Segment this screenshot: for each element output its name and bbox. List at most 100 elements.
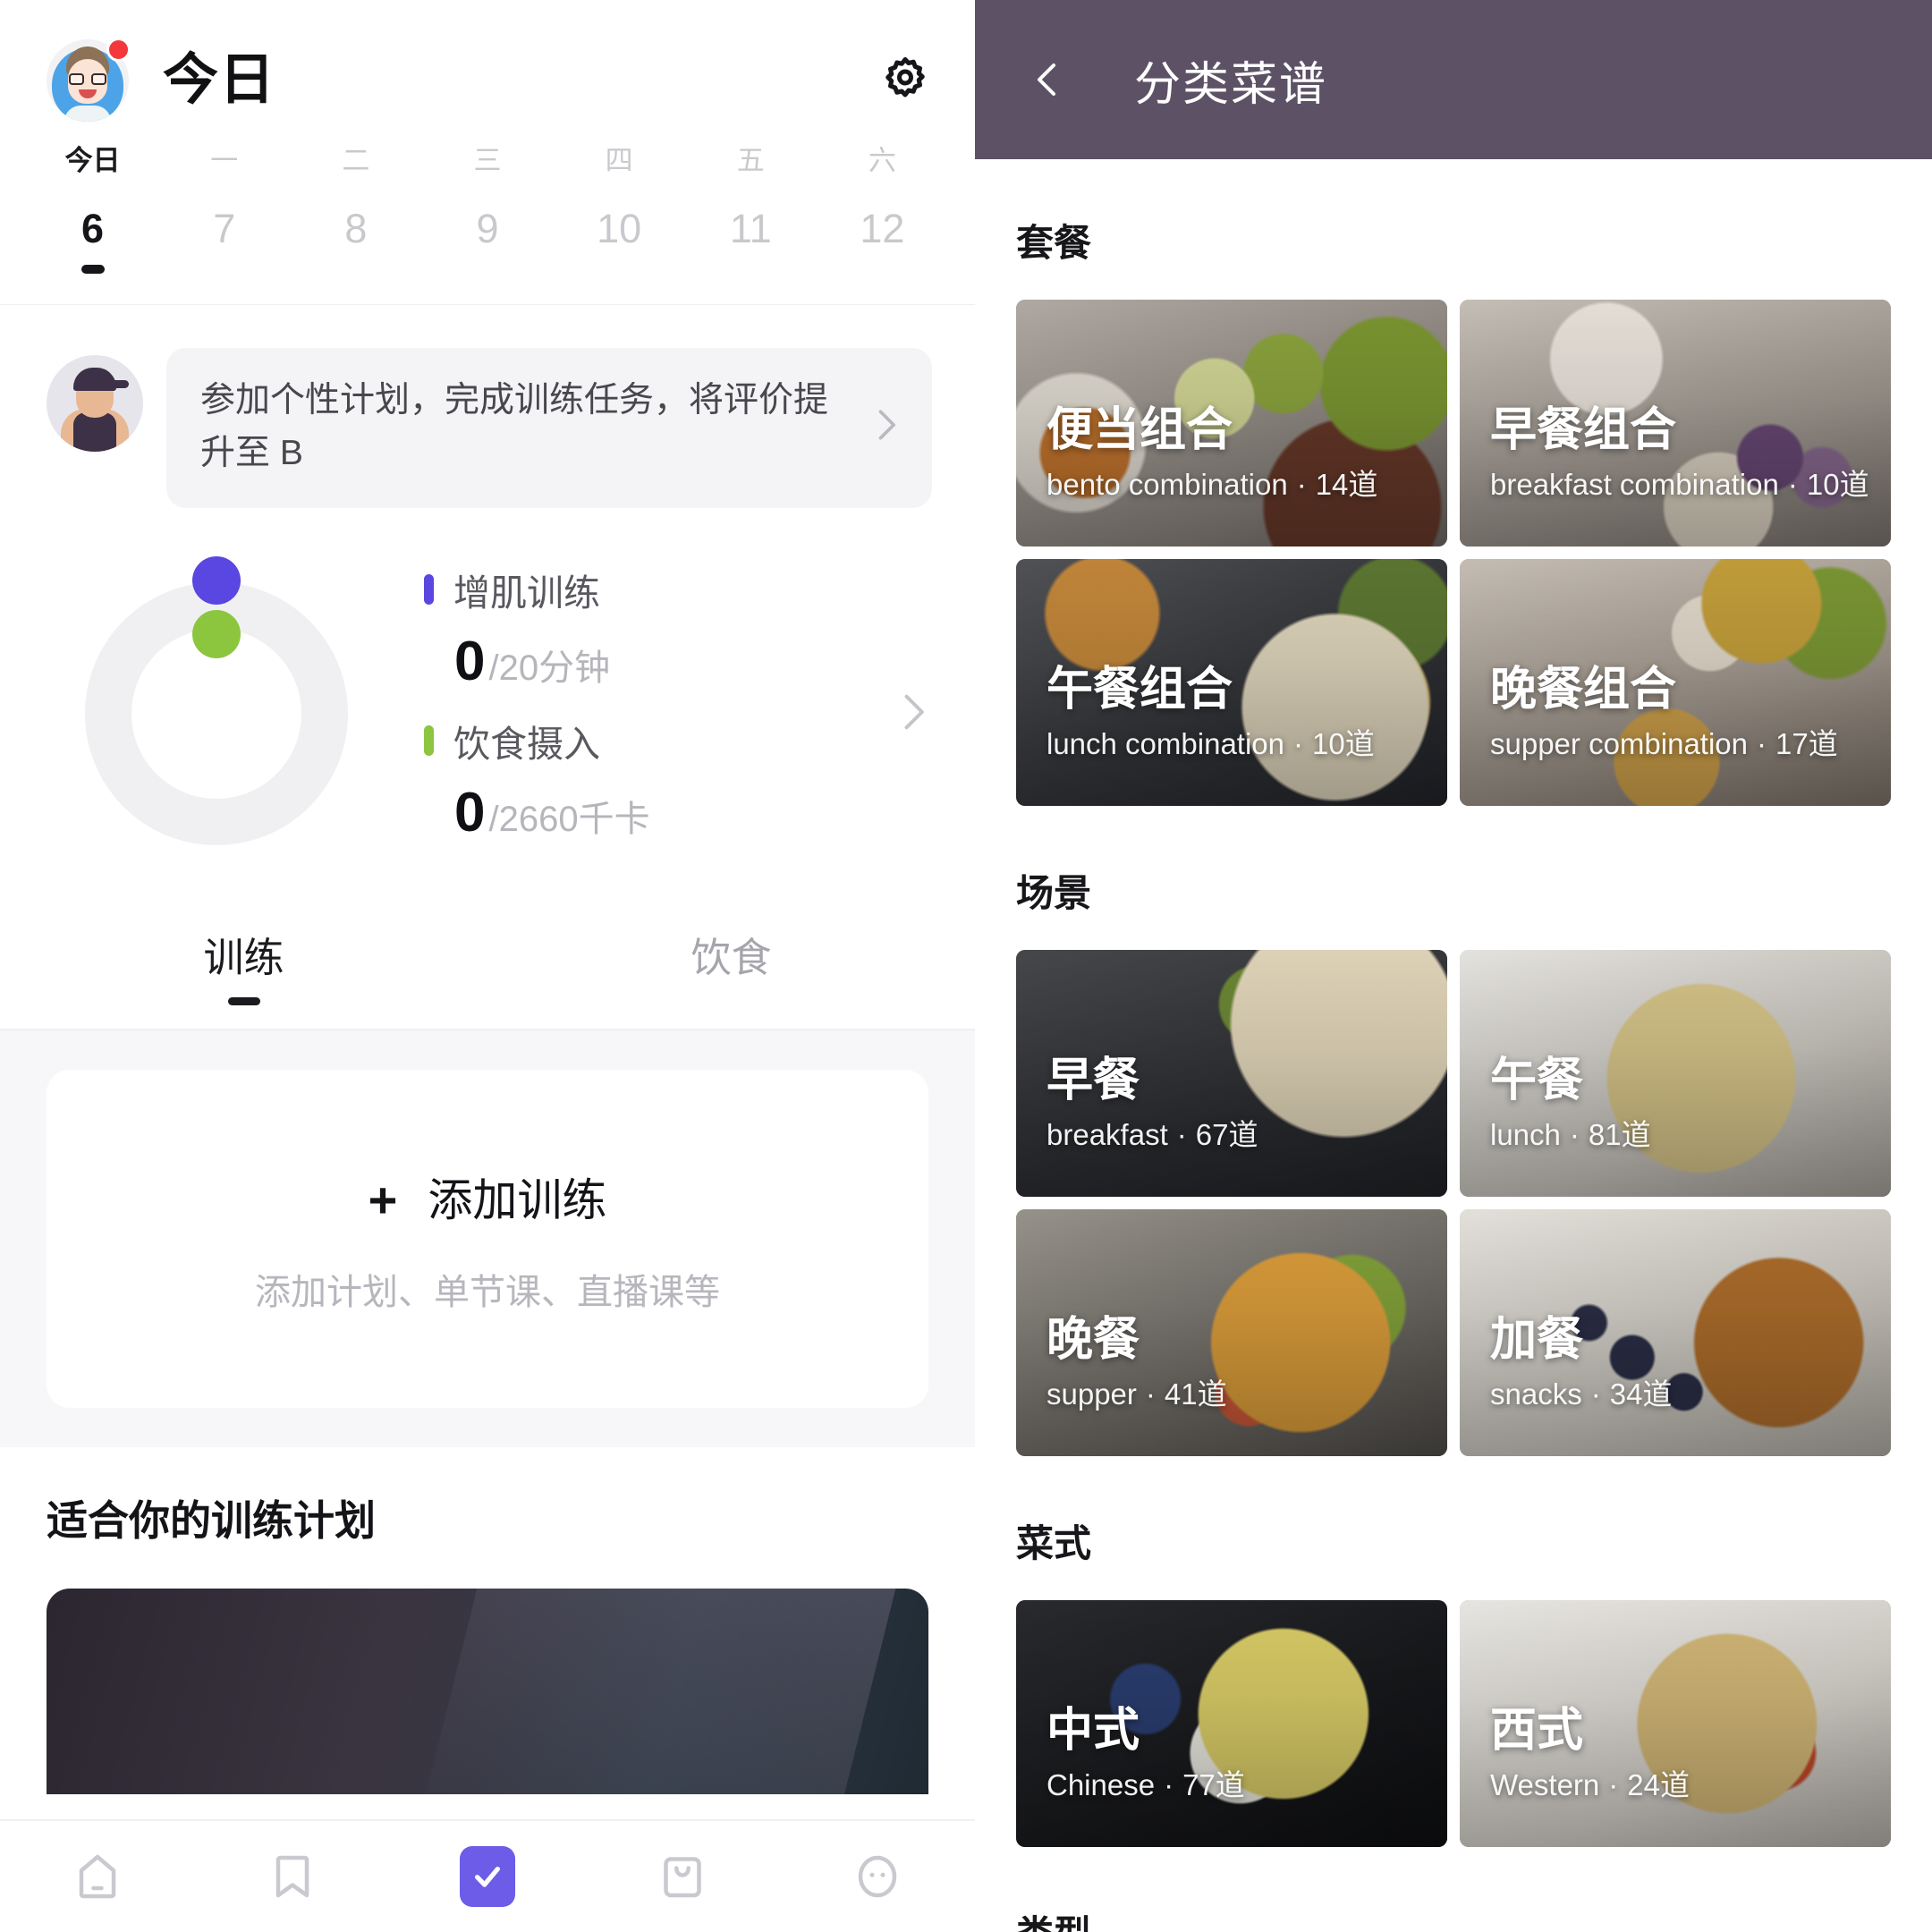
calendar-day[interactable]: 二 8 (290, 147, 421, 274)
calendar-day[interactable]: 六 12 (817, 147, 948, 274)
training-goal: /20分钟 (488, 648, 611, 688)
recipe-tile[interactable]: 中式 Chinese · 77道 (1016, 1600, 1447, 1847)
recipe-tile[interactable]: 西式 Western · 24道 (1460, 1600, 1891, 1847)
bag-icon (664, 1857, 701, 1898)
recipe-header: 分类菜谱 (975, 0, 1932, 159)
recipe-tile[interactable]: 便当组合 bento combination · 14道 (1016, 300, 1447, 547)
calendar-weekday: 一 (210, 145, 239, 176)
recipe-page-title: 分类菜谱 (1134, 58, 1328, 111)
stats-detail-button[interactable] (889, 689, 939, 740)
calendar-day[interactable]: 今日 6 (27, 147, 158, 274)
tile-subtitle: breakfast · 67道 (1046, 1115, 1428, 1156)
content-tabs[interactable]: 训练 饮食 (0, 884, 975, 1005)
tile-en-label: breakfast (1046, 1118, 1168, 1152)
diet-goal: /2660千卡 (488, 800, 650, 839)
nav-shop[interactable] (585, 1850, 780, 1903)
tile-en-label: breakfast combination (1490, 468, 1779, 502)
tile-count: 10道 (1312, 727, 1375, 761)
tile-count: 24道 (1627, 1768, 1690, 1802)
settings-button[interactable] (877, 52, 934, 109)
tab-training[interactable]: 训练 (0, 937, 487, 1005)
recipe-tile[interactable]: 早餐组合 breakfast combination · 10道 (1460, 300, 1891, 547)
nav-bookmark[interactable] (195, 1850, 390, 1903)
tile-en-label: supper combination (1490, 727, 1749, 761)
recipe-tile[interactable]: 午餐 lunch · 81道 (1460, 950, 1891, 1197)
tile-subtitle: supper combination · 17道 (1490, 724, 1871, 765)
legend-swatch-diet (424, 725, 434, 756)
calendar-weekday: 今日 (64, 145, 121, 176)
tile-title: 西式 (1490, 1704, 1584, 1757)
notification-dot-icon (106, 38, 131, 62)
calendar-day[interactable]: 四 10 (554, 147, 685, 274)
tile-separator: · (1787, 468, 1798, 502)
tile-title: 早餐 (1046, 1054, 1140, 1106)
tile-subtitle: bento combination · 14道 (1046, 465, 1428, 505)
tile-en-label: bento combination (1046, 468, 1288, 502)
plan-card-banner[interactable] (47, 1589, 928, 1794)
legend-label-training: 增肌训练 (453, 572, 600, 614)
tile-subtitle: snacks · 34道 (1490, 1375, 1871, 1415)
coach-message-bubble[interactable]: 参加个性计划，完成训练任务，将评价提升至 B (166, 348, 932, 508)
profile-icon (858, 1855, 897, 1898)
recipe-tile[interactable]: 午餐组合 lunch combination · 10道 (1016, 559, 1447, 806)
training-panel: + 添加训练 添加计划、单节课、直播课等 (0, 1030, 975, 1447)
coach-tip-card[interactable]: 参加个性计划，完成训练任务，将评价提升至 B (0, 305, 975, 508)
recipe-tile[interactable]: 加餐 snacks · 34道 (1460, 1209, 1891, 1456)
tile-count: 34道 (1609, 1377, 1673, 1411)
tile-title: 晚餐组合 (1490, 663, 1677, 716)
tile-separator: · (1293, 727, 1303, 761)
tile-separator: · (1296, 468, 1307, 502)
progress-donut (47, 544, 386, 884)
legend-diet: 饮食摄入 (424, 714, 889, 767)
tile-separator: · (1757, 727, 1767, 761)
tile-en-label: lunch (1490, 1118, 1561, 1152)
calendar-day[interactable]: 三 9 (421, 147, 553, 274)
nav-home[interactable] (0, 1850, 195, 1903)
today-header: 今日 (0, 0, 975, 122)
combo-tile-grid: 便当组合 bento combination · 14道 早餐组合 breakfas… (975, 267, 1932, 806)
avatar[interactable] (47, 38, 131, 122)
add-training-card[interactable]: + 添加训练 添加计划、单节课、直播课等 (47, 1070, 928, 1408)
recipe-tile[interactable]: 早餐 breakfast · 67道 (1016, 950, 1447, 1197)
calendar-date: 8 (344, 206, 368, 251)
tile-title: 便当组合 (1046, 403, 1233, 456)
tile-separator: · (1590, 1377, 1601, 1411)
calendar-day[interactable]: 一 7 (158, 147, 290, 274)
tile-en-label: Chinese (1046, 1768, 1156, 1802)
bottom-navigation[interactable] (0, 1819, 975, 1932)
tile-separator: · (1608, 1768, 1619, 1802)
tile-subtitle: lunch combination · 10道 (1046, 724, 1428, 765)
section-heading-combos: 套餐 (1016, 222, 1092, 264)
donut-marker-diet (192, 610, 241, 658)
tile-subtitle: lunch · 81道 (1490, 1115, 1871, 1156)
recommended-plans-heading: 适合你的训练计划 (47, 1497, 376, 1544)
tile-count: 10道 (1806, 468, 1869, 502)
training-value: 0 (454, 631, 486, 692)
tile-separator: · (1176, 1118, 1187, 1152)
tile-title: 晚餐 (1046, 1313, 1140, 1366)
tile-count: 14道 (1315, 468, 1378, 502)
coach-message: 参加个性计划，完成训练任务，将评价提升至 B (200, 381, 829, 472)
back-button[interactable] (1027, 58, 1072, 101)
home-icon (79, 1854, 116, 1899)
calendar-date: 7 (213, 206, 236, 251)
recipe-categories-screen: 分类菜谱 套餐 便当组合 bento combination · 14道 早餐组合 (975, 0, 1932, 1932)
tile-separator: · (1145, 1377, 1156, 1411)
legend-label-diet: 饮食摄入 (453, 724, 600, 765)
nav-today[interactable] (390, 1846, 585, 1907)
recipe-tile[interactable]: 晚餐 supper · 41道 (1016, 1209, 1447, 1456)
tab-diet[interactable]: 饮食 (487, 937, 975, 1005)
calendar-weekday: 六 (868, 145, 896, 176)
tile-title: 午餐 (1490, 1054, 1584, 1106)
week-calendar[interactable]: 今日 6 一 7 二 8 三 9 四 10 五 11 六 12 (0, 114, 975, 274)
calendar-day[interactable]: 五 11 (685, 147, 817, 274)
check-icon (475, 1866, 500, 1887)
recipe-tile[interactable]: 晚餐组合 supper combination · 17道 (1460, 559, 1891, 806)
calendar-date: 11 (729, 206, 772, 251)
calendar-date: 9 (476, 206, 499, 251)
donut-marker-training (192, 556, 241, 605)
add-training-title: 添加训练 (428, 1175, 607, 1225)
nav-profile[interactable] (780, 1850, 975, 1903)
daily-stats[interactable]: 增肌训练 0 /20分钟 饮食摄入 0 /2660千卡 (0, 508, 975, 884)
bookmark-icon (275, 1855, 309, 1898)
